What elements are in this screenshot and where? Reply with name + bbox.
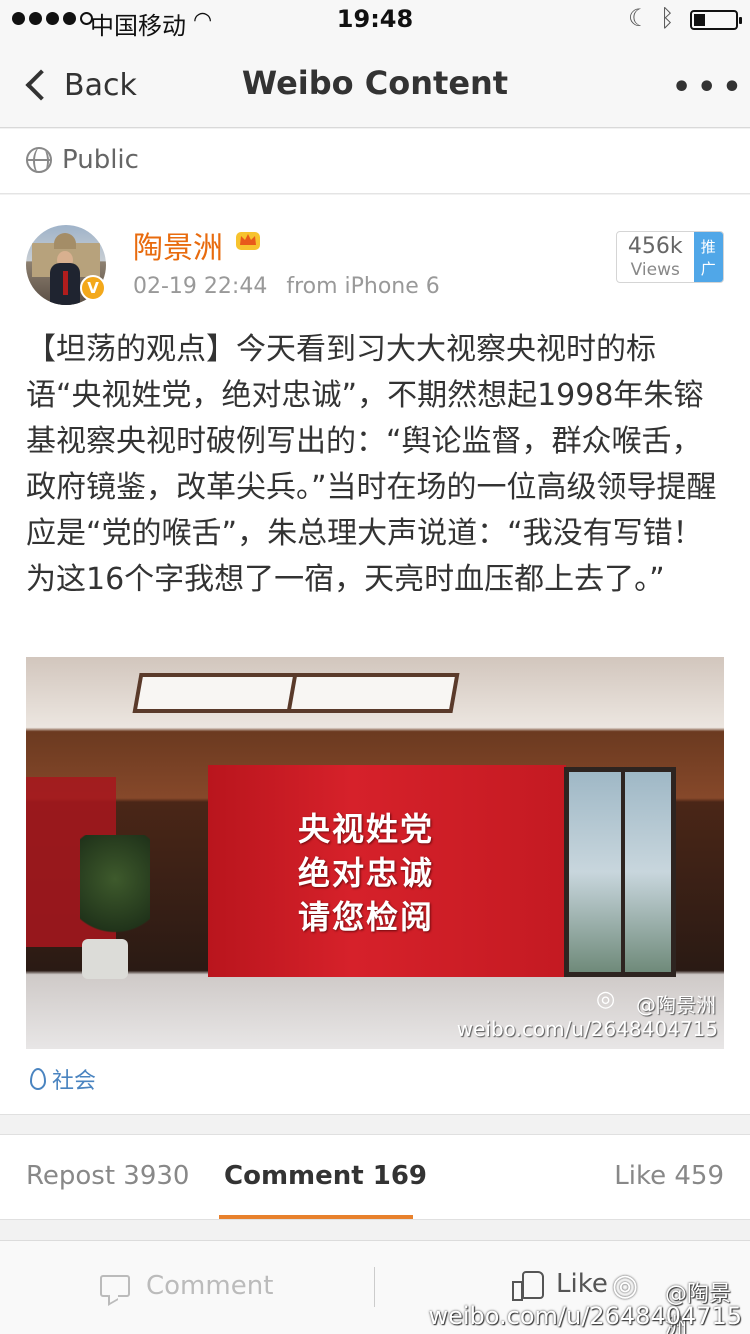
tab-repost[interactable]: Repost 3930 (26, 1161, 189, 1191)
weibo-logo-icon: ◎ (596, 987, 616, 1012)
page-watermark-logo-icon: ◎ (612, 1268, 639, 1303)
like-button[interactable]: Like (512, 1269, 608, 1301)
active-tab-indicator (219, 1215, 413, 1219)
red-screen: 央视姓党 绝对忠诚 请您检阅 (208, 765, 566, 977)
comment-button-label: Comment (146, 1271, 274, 1301)
promote-label: 推广 (693, 232, 723, 282)
divider (374, 1267, 375, 1307)
screen-line-3: 请您检阅 (298, 898, 435, 936)
visibility-label: Public (62, 145, 139, 175)
post-timestamp: 02-19 22:44 (133, 274, 268, 299)
views-badge[interactable]: 456k Views 推广 (616, 231, 724, 283)
image-watermark-url: weibo.com/u/2648404715 (456, 1017, 718, 1041)
like-button-label: Like (556, 1269, 608, 1299)
status-bar: 中国移动 ◠ 19:48 ☾ ᛒ (0, 0, 750, 40)
comment-button[interactable]: Comment (100, 1271, 273, 1301)
globe-icon (26, 147, 52, 173)
thumbs-up-icon (512, 1269, 544, 1301)
topic-tag[interactable]: 社会 (30, 1063, 96, 1095)
top-bar: 中国移动 ◠ 19:48 ☾ ᛒ Back Weibo Content ••• (0, 0, 750, 128)
interaction-tabs: Repost 3930 Comment 169 Like 459 (0, 1134, 750, 1220)
visibility-row: Public (0, 129, 750, 194)
views-count: 456k (627, 234, 683, 259)
battery-icon (690, 10, 742, 30)
image-watermark-user: @陶景洲 (636, 993, 716, 1017)
post-source: from iPhone 6 (286, 274, 440, 299)
verified-badge-icon: V (80, 275, 106, 301)
tab-like[interactable]: Like 459 (614, 1161, 724, 1191)
screen-line-2: 绝对忠诚 (298, 854, 435, 892)
page-title: Weibo Content (241, 64, 509, 102)
comment-bubble-icon (100, 1275, 130, 1297)
crown-icon (236, 232, 260, 250)
views-label: Views (630, 260, 680, 280)
do-not-disturb-icon: ☾ (628, 4, 650, 32)
topic-label: 社会 (52, 1069, 97, 1094)
post-meta: 02-19 22:44 from iPhone 6 (133, 274, 440, 299)
author-name[interactable]: 陶景洲 (133, 223, 223, 267)
more-options-button[interactable]: ••• (672, 70, 748, 105)
page-watermark-url: weibo.com/u/2648404715 (428, 1302, 742, 1330)
post-card: V 陶景洲 02-19 22:44 from iPhone 6 456k Vie… (0, 195, 750, 1115)
post-text: 【坦荡的观点】今天看到习大大视察央视时的标语“央视姓党，绝对忠诚”，不期然想起1… (26, 332, 717, 597)
flame-icon (30, 1068, 46, 1090)
post-image[interactable]: 央视姓党 绝对忠诚 请您检阅 ◎ @陶景洲 weibo.com/u/264840… (26, 657, 724, 1049)
screen-line-1: 央视姓党 (298, 810, 435, 848)
bluetooth-icon: ᛒ (660, 4, 675, 32)
tab-comment[interactable]: Comment 169 (224, 1161, 427, 1191)
